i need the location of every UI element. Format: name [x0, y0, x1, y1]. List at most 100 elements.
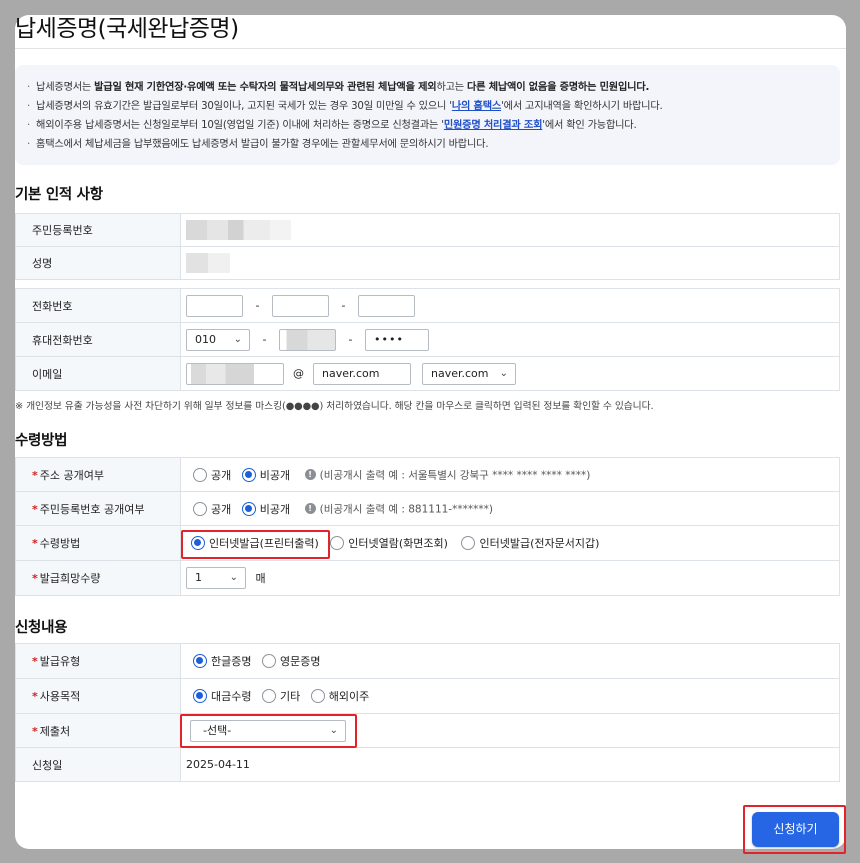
notice-line-4: 홈택스에서 체납세금을 납부했음에도 납세증명서 발급이 불가할 경우에는 관할…: [27, 135, 828, 154]
certificate-modal: 납세증명(국세완납증명) 납세증명서는 발급일 현재 기한연장·유예액 또는 수…: [15, 15, 846, 854]
email-domain-select[interactable]: naver.com ⌄: [422, 362, 516, 385]
row-mobile: 휴대전화번호 010 ⌄ - - ••••: [15, 322, 840, 357]
quantity-unit: 매: [255, 572, 266, 585]
highlight-submit-to: [180, 714, 357, 748]
purpose-options: 대금수령 기타 해외이주: [180, 678, 840, 714]
rrn-public-options: 공개 비공개 ! (비공개시 출력 예 : 881111-*******): [180, 491, 840, 526]
purpose-payment-radio[interactable]: 대금수령: [193, 688, 251, 704]
row-purpose: * 사용목적 대금수령 기타 해외이주: [15, 678, 840, 714]
purpose-label: * 사용목적: [15, 678, 181, 714]
email-label: 이메일: [15, 356, 181, 391]
rrn-public-label: * 주민등록번호 공개여부: [15, 491, 181, 526]
address-private-radio[interactable]: 비공개: [241, 467, 290, 483]
privacy-note: ※ 개인정보 유출 가능성을 사전 차단하기 위해 일부 정보를 마스킹(●●●…: [15, 401, 654, 412]
radio-checked-icon: [193, 654, 207, 668]
row-phone: 전화번호 - -: [15, 288, 840, 323]
radio-icon: [193, 467, 207, 482]
chevron-down-icon: ⌄: [499, 367, 508, 379]
receive-table: * 주소 공개여부 공개 비공개 ! (비공개시 출력 예 : 서울특별시 강북구 …: [15, 457, 840, 596]
radio-icon: [193, 501, 207, 516]
row-receive-method: * 수령방법 인터넷발급(프린터출력) 인터넷열람(화면조회) 인터넷발급(전자문…: [15, 525, 840, 561]
contact-table: 전화번호 - - 휴대전화번호 010 ⌄ - - •••• 이메일 @ nav…: [15, 288, 840, 391]
quantity-select[interactable]: 1 ⌄: [186, 567, 246, 589]
my-hometax-link[interactable]: 나의 홈택스: [452, 101, 501, 112]
address-public-label: * 주소 공개여부: [15, 457, 181, 492]
name-value: [180, 246, 840, 280]
rrn-private-radio[interactable]: 비공개: [241, 501, 290, 517]
radio-icon: [261, 689, 276, 703]
radio-checked-icon: [241, 501, 256, 516]
method-view-radio[interactable]: 인터넷열람(화면조회): [330, 535, 448, 551]
rrn-masked-value[interactable]: [186, 220, 291, 240]
chevron-down-icon: ⌄: [229, 572, 238, 583]
name-masked-value[interactable]: [186, 253, 230, 273]
section-heading-apply: 신청내용: [15, 620, 68, 636]
row-name: 성명: [15, 246, 840, 280]
submit-to-label: * 제출처: [15, 713, 181, 748]
phone-label: 전화번호: [15, 288, 181, 323]
email-at-sign: @: [293, 367, 304, 380]
row-email: 이메일 @ naver.com naver.com ⌄: [15, 356, 840, 391]
mobile-dash-1: -: [262, 333, 267, 346]
rrn-public-radio[interactable]: 공개: [193, 501, 231, 517]
section-heading-basic: 기본 인적 사항: [15, 187, 103, 203]
mobile-last-field[interactable]: ••••: [365, 328, 429, 351]
basic-info-table: 주민등록번호 성명: [15, 213, 840, 280]
radio-checked-icon: [193, 689, 207, 703]
rrn-value: [180, 213, 840, 247]
address-hint: (비공개시 출력 예 : 서울특별시 강북구 **** **** **** **…: [319, 469, 591, 481]
row-quantity: * 발급희망수량 1 ⌄ 매: [15, 560, 840, 596]
mobile-middle-field[interactable]: [279, 328, 336, 351]
rrn-label: 주민등록번호: [15, 213, 181, 247]
email-inputs: @ naver.com naver.com ⌄: [180, 356, 840, 391]
phone-field-1[interactable]: [186, 294, 243, 317]
issue-type-options: 한글증명 영문증명: [180, 643, 840, 679]
issue-type-label: * 발급유형: [15, 643, 181, 679]
receive-method-label: * 수령방법: [15, 525, 181, 561]
phone-field-3[interactable]: [358, 294, 415, 317]
chevron-down-icon: ⌄: [233, 333, 242, 345]
korean-cert-radio[interactable]: 한글증명: [193, 653, 251, 669]
mobile-dash-2: -: [348, 333, 353, 346]
highlight-receive-method: [181, 530, 330, 559]
notice-line-3: 해외이주용 납세증명서는 신청일로부터 10일(영업일 기준) 이내에 처리하는…: [27, 116, 828, 135]
radio-icon: [461, 536, 476, 550]
notice-box: 납세증명서는 발급일 현재 기한연장·유예액 또는 수탁자의 물적납세의무와 관…: [15, 65, 840, 165]
purpose-emigration-radio[interactable]: 해외이주: [310, 688, 369, 704]
row-rrn-public: * 주민등록번호 공개여부 공개 비공개 ! (비공개시 출력 예 : 881111…: [15, 491, 840, 526]
english-cert-radio[interactable]: 영문증명: [261, 653, 320, 669]
phone-dash-2: -: [341, 299, 346, 312]
info-icon: !: [304, 469, 316, 480]
mobile-prefix-select[interactable]: 010 ⌄: [186, 328, 250, 351]
address-public-options: 공개 비공개 ! (비공개시 출력 예 : 서울특별시 강북구 **** ****…: [180, 457, 840, 492]
row-submit-to: * 제출처 -선택- ⌄: [15, 713, 840, 748]
phone-dash-1: -: [255, 299, 260, 312]
apply-date-value: 2025-04-11: [180, 747, 840, 782]
name-label: 성명: [15, 246, 181, 280]
rrn-hint: (비공개시 출력 예 : 881111-*******): [319, 503, 493, 515]
row-rrn: 주민등록번호: [15, 213, 840, 247]
phone-inputs: - -: [180, 288, 840, 323]
apply-submit-button[interactable]: 신청하기: [752, 812, 839, 847]
result-inquiry-link[interactable]: 민원증명 처리결과 조회: [444, 120, 543, 131]
row-issue-type: * 발급유형 한글증명 영문증명: [15, 643, 840, 679]
row-address-public: * 주소 공개여부 공개 비공개 ! (비공개시 출력 예 : 서울특별시 강북구 …: [15, 457, 840, 492]
radio-checked-icon: [241, 467, 256, 482]
email-domain-field[interactable]: naver.com: [313, 362, 411, 385]
notice-line-1: 납세증명서는 발급일 현재 기한연장·유예액 또는 수탁자의 물적납세의무와 관…: [27, 78, 828, 97]
purpose-other-radio[interactable]: 기타: [261, 688, 300, 704]
apply-date-label: 신청일: [15, 747, 181, 782]
apply-table: * 발급유형 한글증명 영문증명 * 사용목적 대금수령 기타 해외이주 * 제출처 …: [15, 643, 840, 782]
info-icon: !: [304, 503, 316, 514]
address-public-radio[interactable]: 공개: [193, 467, 231, 483]
radio-icon: [261, 654, 276, 668]
phone-field-2[interactable]: [272, 294, 329, 317]
email-id-field[interactable]: [186, 362, 284, 385]
method-wallet-radio[interactable]: 인터넷발급(전자문서지갑): [461, 535, 599, 551]
mobile-label: 휴대전화번호: [15, 322, 181, 357]
radio-icon: [310, 689, 325, 703]
radio-icon: [330, 536, 345, 550]
quantity-cell: 1 ⌄ 매: [180, 560, 840, 596]
mobile-inputs: 010 ⌄ - - ••••: [180, 322, 840, 357]
quantity-label: * 발급희망수량: [15, 560, 181, 596]
